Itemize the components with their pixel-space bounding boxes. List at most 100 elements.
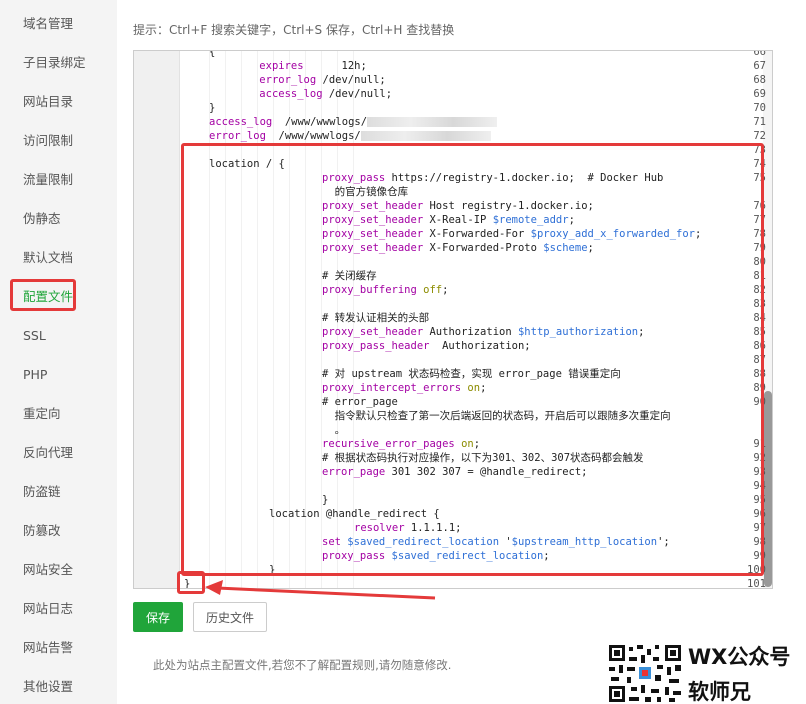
sidebar-item-label: 伪静态 xyxy=(23,211,61,226)
sidebar-item-php[interactable]: PHP xyxy=(0,355,117,394)
code-line: 的官方镜像仓库 xyxy=(322,185,409,199)
sidebar-item-default-doc[interactable]: 默认文档 xyxy=(0,238,117,277)
sidebar-item-label: 防盗链 xyxy=(23,484,61,499)
line-number: 83 xyxy=(753,298,766,310)
code-text: proxy_intercept_errors on; xyxy=(322,382,487,394)
sidebar-item-label: 重定向 xyxy=(23,406,61,421)
code-text: location / { xyxy=(209,158,285,170)
line-number: 88 xyxy=(753,368,766,380)
code-line: 指令默认只检查了第一次后端返回的状态码，开启后可以跟随多次重定向 xyxy=(322,409,671,423)
sidebar-item-label: 网站日志 xyxy=(23,601,74,616)
code-line: } xyxy=(184,577,190,588)
line-number: 74 xyxy=(753,158,766,170)
line-number: 97 xyxy=(753,522,766,534)
sidebar-item-site-alert[interactable]: 网站告警 xyxy=(0,628,117,667)
code-line: { xyxy=(209,50,216,59)
line-number: 98 xyxy=(753,536,766,548)
line-number: 94 xyxy=(753,480,766,492)
sidebar-item-access-limit[interactable]: 访问限制 xyxy=(0,121,117,160)
sidebar-item-site-security[interactable]: 网站安全 xyxy=(0,550,117,589)
code-line: location / { xyxy=(209,157,285,171)
sidebar-item-hotlink[interactable]: 防盗链 xyxy=(0,472,117,511)
line-number: 84 xyxy=(753,312,766,324)
code-line: location @handle_redirect { xyxy=(269,507,440,521)
history-file-button[interactable]: 历史文件 xyxy=(193,602,267,632)
code-line: # 关闭缓存 xyxy=(322,269,377,283)
sidebar-item-subdir[interactable]: 子目录绑定 xyxy=(0,43,117,82)
code-line: } xyxy=(209,101,215,115)
sidebar-item-redirect[interactable]: 重定向 xyxy=(0,394,117,433)
line-number: 76 xyxy=(753,200,766,212)
line-number: 71 xyxy=(753,116,766,128)
line-number: 72 xyxy=(753,130,766,142)
sidebar-item-label: 默认文档 xyxy=(23,250,74,265)
save-button[interactable]: 保存 xyxy=(133,602,183,632)
line-number: 90 xyxy=(753,396,766,408)
sidebar-item-site-dir[interactable]: 网站目录 xyxy=(0,82,117,121)
sidebar-item-other-settings[interactable]: 其他设置 xyxy=(0,667,117,704)
code-line: error_log /www/wwwlogs/ xyxy=(209,129,491,143)
sidebar-item-traffic-limit[interactable]: 流量限制 xyxy=(0,160,117,199)
sidebar-item-ssl[interactable]: SSL xyxy=(0,316,117,355)
code-line: error_page 301 302 307 = @handle_redirec… xyxy=(322,465,588,479)
line-number: 77 xyxy=(753,214,766,226)
line-number: 93 xyxy=(753,466,766,478)
config-editor[interactable]: 66 {67 expires 12h; 68 error_log /dev/null… xyxy=(133,50,773,589)
code-line: proxy_set_header Authorization $http_aut… xyxy=(322,325,644,339)
code-text: error_page 301 302 307 = @handle_redirec… xyxy=(322,466,588,478)
code-text: } xyxy=(209,102,216,114)
code-text: } xyxy=(322,494,329,506)
code-text: expires 12h; xyxy=(259,60,367,72)
code-text: access_log /www/wwwlogs/ xyxy=(209,116,368,128)
sidebar-item-tamper-proof[interactable]: 防篡改 xyxy=(0,511,117,550)
line-number-gutter xyxy=(134,51,180,588)
code-text: 。 xyxy=(322,424,346,436)
code-line: proxy_set_header X-Forwarded-For $proxy_… xyxy=(322,227,701,241)
code-text: 的官方镜像仓库 xyxy=(322,186,409,198)
code-text: # 关闭缓存 xyxy=(322,270,377,282)
line-number: 70 xyxy=(753,102,766,114)
line-number: 75 xyxy=(753,172,766,184)
sidebar-item-domain[interactable]: 域名管理 xyxy=(0,4,117,43)
code-text: access_log /dev/null; xyxy=(259,88,393,100)
sidebar-item-site-log[interactable]: 网站日志 xyxy=(0,589,117,628)
code-line: # 根据状态码执行对应操作，以下为301、302、307状态码都会触发 xyxy=(322,451,644,465)
redacted-path xyxy=(360,131,491,141)
line-number: 68 xyxy=(753,74,766,86)
line-number: 92 xyxy=(753,452,766,464)
line-number: 101 xyxy=(747,578,766,589)
sidebar-item-label: 流量限制 xyxy=(23,172,74,187)
line-number: 95 xyxy=(753,494,766,506)
watermark-line1: WX公众号 xyxy=(688,645,791,669)
sidebar-item-label: 访问限制 xyxy=(23,133,74,148)
code-text: set $saved_redirect_location '$upstream_… xyxy=(322,536,670,548)
sidebar-item-label: 子目录绑定 xyxy=(23,55,86,70)
code-line: proxy_pass $saved_redirect_location; xyxy=(322,549,550,563)
code-text: error_log /www/wwwlogs/ xyxy=(209,130,361,142)
sidebar-item-reverse-proxy[interactable]: 反向代理 xyxy=(0,433,117,472)
code-text: proxy_buffering off; xyxy=(322,284,449,296)
code-line: resolver 1.1.1.1; xyxy=(354,521,461,535)
code-line: error_log /dev/null; xyxy=(234,73,385,87)
line-number: 89 xyxy=(753,382,766,394)
sidebar-item-label: 其他设置 xyxy=(23,679,74,694)
sidebar-item-label: 网站目录 xyxy=(23,94,74,109)
code-text: # 根据状态码执行对应操作，以下为301、302、307状态码都会触发 xyxy=(322,452,644,464)
code-text: # error_page xyxy=(322,396,398,408)
sidebar-item-label: 网站安全 xyxy=(23,562,74,577)
code-text: proxy_set_header Authorization $http_aut… xyxy=(322,326,645,338)
code-line: # 对 upstream 状态码检查，实现 error_page 错误重定向 xyxy=(322,367,621,381)
code-line: proxy_pass https://registry-1.docker.io;… xyxy=(322,171,663,185)
sidebar-item-label: PHP xyxy=(23,367,48,382)
code-text: proxy_set_header X-Forwarded-Proto $sche… xyxy=(322,242,594,254)
code-text: { xyxy=(209,50,216,58)
line-number: 85 xyxy=(753,326,766,338)
line-number: 78 xyxy=(753,228,766,240)
line-number: 81 xyxy=(753,270,766,282)
code-line: recursive_error_pages on; xyxy=(322,437,480,451)
line-number: 80 xyxy=(753,256,766,268)
sidebar-item-rewrite[interactable]: 伪静态 xyxy=(0,199,117,238)
code-text: 指令默认只检查了第一次后端返回的状态码，开启后可以跟随多次重定向 xyxy=(322,410,671,422)
code-text: proxy_set_header Host registry-1.docker.… xyxy=(322,200,594,212)
line-number: 87 xyxy=(753,354,766,366)
